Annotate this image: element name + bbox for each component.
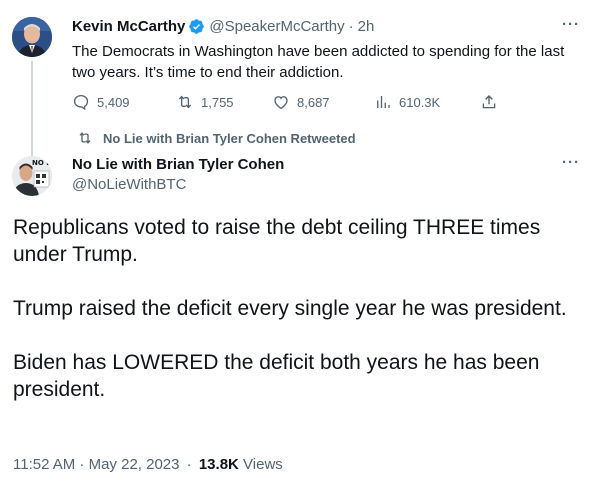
tweet-actions: 5,409 1,755 8,687 610.3K — [72, 92, 512, 112]
like-count: 8,687 — [297, 94, 330, 110]
reply-icon — [73, 94, 89, 111]
like-button[interactable]: 8,687 — [272, 92, 330, 112]
tweet-footer: 11:52 AM · May 22, 2023 · 13.8K Views — [13, 456, 283, 473]
tweet-paragraph: Biden has LOWERED the deficit both years… — [13, 351, 540, 401]
author-handle[interactable]: @SpeakerMcCarthy — [209, 18, 344, 35]
more-options-button[interactable]: ··· — [562, 16, 580, 33]
retweeted-by-bar[interactable]: No Lie with Brian Tyler Cohen Retweeted — [77, 130, 356, 146]
avatar-logo-text: NO LIE — [32, 159, 52, 167]
avatar[interactable]: NO LIE — [12, 156, 52, 196]
tweet-text: Republicans voted to raise the debt ceil… — [13, 214, 578, 430]
share-icon — [482, 95, 496, 109]
share-button[interactable] — [480, 92, 498, 112]
reply-count: 5,409 — [97, 94, 130, 110]
heart-icon — [274, 96, 288, 110]
avatar[interactable] — [12, 17, 52, 57]
retweet-icon — [178, 95, 192, 109]
separator-dot: · — [348, 18, 354, 35]
author-name[interactable]: Kevin McCarthy — [72, 18, 185, 35]
thread-connector-line — [31, 61, 33, 161]
tweet-paragraph: Trump raised the deficit every single ye… — [13, 297, 567, 320]
views-count: 610.3K — [399, 94, 441, 110]
tweet-header: No Lie with Brian Tyler Cohen @NoLieWith… — [72, 155, 284, 195]
verified-badge-icon — [188, 18, 205, 35]
tweet-time[interactable]: 2h — [358, 18, 375, 35]
retweet-button[interactable]: 1,755 — [176, 92, 234, 112]
retweet-count: 1,755 — [201, 94, 234, 110]
more-options-button[interactable]: ··· — [562, 154, 580, 171]
tweet-paragraph: Republicans voted to raise the debt ceil… — [13, 216, 541, 266]
retweeted-by-label: No Lie with Brian Tyler Cohen Retweeted — [103, 130, 356, 146]
retweet-icon — [79, 132, 91, 144]
tweet-timestamp[interactable]: 11:52 AM · May 22, 2023 — [13, 456, 180, 473]
tweet-header: Kevin McCarthy @SpeakerMcCarthy · 2h — [72, 18, 374, 35]
views-count: 13.8K — [198, 456, 239, 473]
separator-dot: · — [186, 456, 192, 473]
views-label: Views — [243, 456, 283, 473]
author-handle[interactable]: @NoLieWithBTC — [72, 175, 284, 195]
views-chart-icon — [377, 96, 390, 108]
tweet-text: The Democrats in Washington have been ad… — [72, 43, 565, 81]
author-name[interactable]: No Lie with Brian Tyler Cohen — [72, 155, 284, 175]
views-button[interactable]: 610.3K — [374, 92, 440, 112]
reply-button[interactable]: 5,409 — [72, 92, 130, 112]
